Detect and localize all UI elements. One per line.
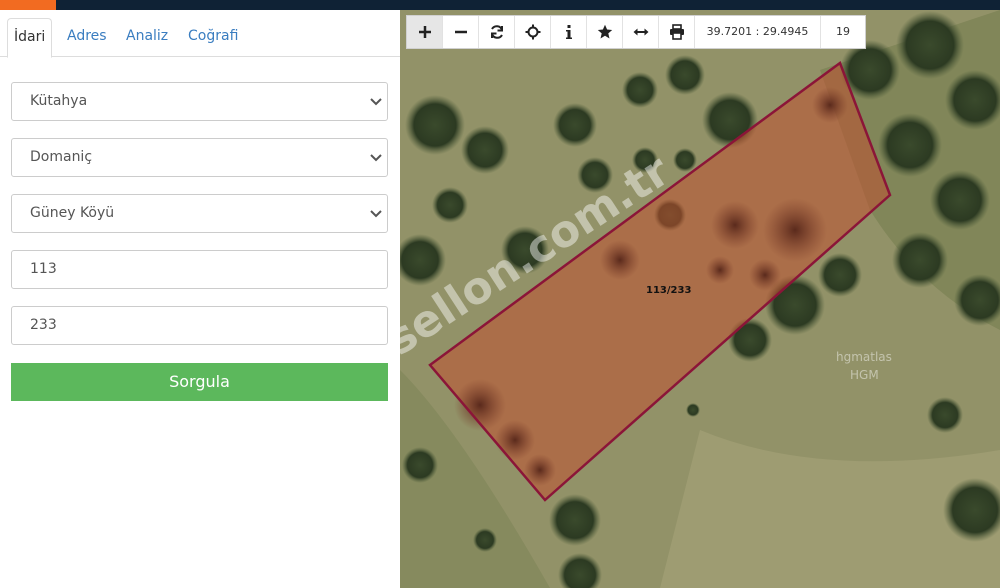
measure-button[interactable] [623,16,659,48]
coordinates-readout: 39.7201 : 29.4945 [695,16,821,48]
print-icon [669,24,684,40]
tab-bar: İdari Adres Analiz Coğrafi [0,10,400,58]
map-toolbar: 39.7201 : 29.4945 19 [406,15,866,49]
print-button[interactable] [659,16,695,48]
map-view[interactable]: sellon.com.tr hgmatlas HGM 113/233 39.72 [400,10,1000,588]
parcel-input-value: 233 [30,317,57,333]
tab-adres[interactable]: Adres [61,18,113,58]
province-select-value: Kütahya [30,93,88,109]
tab-analiz[interactable]: Analiz [120,18,174,58]
locate-button[interactable] [515,16,551,48]
attribution-line-1: hgmatlas [836,350,892,364]
attribution-line-2: HGM [850,368,879,382]
district-select[interactable]: Domaniç [11,138,388,177]
zoom-out-icon [454,30,467,34]
zoom-out-button[interactable] [443,16,479,48]
block-input-value: 113 [30,261,57,277]
locate-icon [525,24,540,40]
chevron-down-icon [370,98,382,106]
star-icon [597,24,612,39]
tab-idari[interactable]: İdari [7,18,53,58]
refresh-button[interactable] [479,16,515,48]
village-select-value: Güney Köyü [30,205,115,221]
province-select[interactable]: Kütahya [11,82,388,121]
measure-icon [633,28,648,36]
block-input[interactable]: 113 [11,250,388,289]
zoom-in-button[interactable] [407,16,443,48]
parcel-input[interactable]: 233 [11,306,388,345]
favorite-button[interactable] [587,16,623,48]
chevron-down-icon [370,210,382,218]
parcel-label: 113/233 [646,285,692,296]
sidebar: İdari Adres Analiz Coğrafi Kütahya Doman… [0,10,400,588]
info-button[interactable] [551,16,587,48]
top-bar [0,0,1000,10]
brand-accent [0,0,56,10]
info-icon [565,25,572,39]
zoom-in-icon [418,26,431,38]
village-select[interactable]: Güney Köyü [11,194,388,233]
refresh-icon [490,25,503,39]
map-attribution: hgmatlas HGM [836,348,892,384]
tab-cografi[interactable]: Coğrafi [182,18,244,58]
chevron-down-icon [370,154,382,162]
zoom-level: 19 [836,25,850,38]
query-button[interactable]: Sorgula [11,363,388,401]
district-select-value: Domaniç [30,149,93,165]
